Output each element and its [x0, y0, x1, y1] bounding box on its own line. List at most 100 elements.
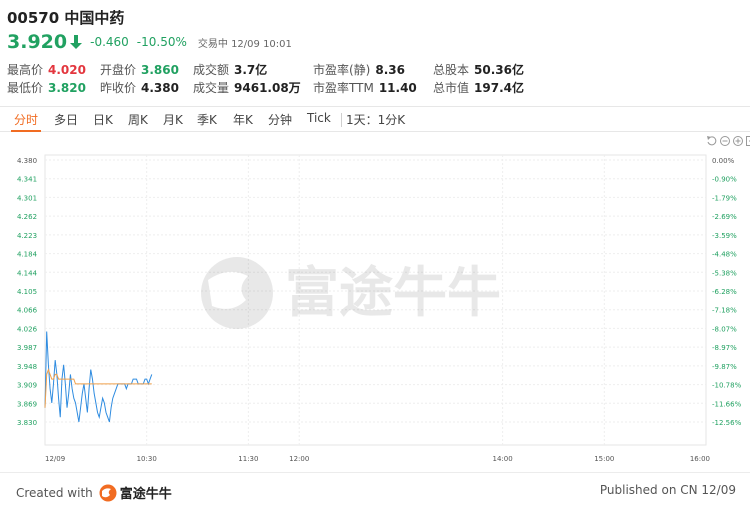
pct-tick-label: -9.87% — [712, 363, 737, 371]
price-series-line-group — [44, 331, 153, 423]
price-tick-label: 3.948 — [17, 363, 37, 371]
price-change: -0.460 — [90, 35, 129, 49]
stock-title: 00570 中国中药 — [7, 9, 125, 27]
price-tick-label: 4.380 — [17, 157, 37, 165]
chart-svg: 富途牛牛 4.380 4.341 4.301 4.262 4.223 4.184 4.144… — [17, 154, 742, 463]
stats-col-1: 最高价 4.020 最低价 3.820 — [7, 61, 86, 97]
time-tick-label: 12:00 — [289, 455, 309, 463]
time-tick-label: 15:00 — [594, 455, 614, 463]
volume-value: 9461.08万 — [234, 81, 301, 95]
price-tick-label: 4.301 — [17, 194, 37, 202]
chart-series — [44, 331, 153, 423]
pct-tick-label: -7.18% — [712, 307, 737, 315]
pe-ttm-label: 市盈率TTM — [313, 81, 374, 95]
tab-year-k[interactable]: 年K — [233, 111, 253, 128]
price-tick-label: 4.223 — [17, 232, 37, 240]
interval-select[interactable]: 1天：1分K — [346, 111, 405, 128]
stats-col-3: 成交额 3.7亿 成交量 9461.08万 — [193, 61, 301, 97]
tab-tick[interactable]: Tick — [307, 111, 331, 125]
fullscreen-icon[interactable] — [745, 135, 750, 147]
turnover-value: 3.7亿 — [234, 63, 268, 77]
price-tick-label: 4.026 — [17, 325, 38, 333]
tab-week-k[interactable]: 周K — [128, 111, 148, 128]
prev-close-value: 4.380 — [141, 81, 179, 95]
high-value: 4.020 — [48, 63, 86, 77]
price-tick-label: 4.105 — [17, 288, 37, 296]
footer: Created with 富途牛牛 Published on CN 12/09 — [0, 472, 750, 509]
time-tick-label: 14:00 — [493, 455, 513, 463]
price-change-pct: -10.50% — [136, 35, 187, 49]
pct-tick-label: -5.38% — [712, 269, 737, 277]
zoom-out-icon[interactable] — [719, 135, 731, 147]
open-label: 开盘价 — [100, 63, 137, 77]
volume-label: 成交量 — [193, 81, 230, 95]
intraday-chart[interactable]: 富途牛牛 4.380 4.341 4.301 4.262 4.223 4.184 4.144… — [0, 148, 750, 468]
price-tick-label: 4.184 — [17, 251, 38, 259]
price-row: 3.920 -0.460 -10.50% 交易中 12/09 10:01 — [7, 31, 292, 53]
price-tick-label: 4.066 — [17, 307, 38, 315]
last-price: 3.920 — [7, 31, 68, 53]
price-tick-label: 4.341 — [17, 176, 37, 184]
chart-period-tabs: 分时 多日 日K 周K 月K 季K 年K 分钟 Tick 1天：1分K — [0, 106, 750, 132]
pct-tick-label: 0.00% — [712, 157, 735, 165]
brand-name: 富途牛牛 — [119, 487, 172, 502]
open-value: 3.860 — [141, 63, 179, 77]
time-tick-label: 11:30 — [238, 455, 258, 463]
low-value: 3.820 — [48, 81, 86, 95]
time-axis-labels: 12/09 10:30 11:30 12:00 14:00 15:00 16:00 — [45, 455, 710, 463]
market-cap-label: 总市值 — [433, 81, 470, 95]
price-series-line — [44, 331, 153, 423]
stats-col-5: 总股本 50.36亿 总市值 197.4亿 — [433, 61, 524, 97]
price-tick-label: 3.830 — [17, 419, 37, 427]
price-tick-label: 4.144 — [17, 269, 38, 277]
down-arrow-icon — [70, 35, 83, 49]
reset-icon[interactable] — [706, 135, 718, 147]
pct-tick-label: -10.78% — [712, 382, 742, 390]
market-cap-value: 197.4亿 — [474, 81, 524, 95]
quote-header: 00570 中国中药 3.920 -0.460 -10.50% 交易中 12/0… — [0, 0, 750, 100]
pct-tick-label: -8.97% — [712, 344, 737, 352]
watermark: 富途牛牛 — [201, 257, 501, 329]
tab-month-k[interactable]: 月K — [163, 111, 183, 128]
prev-close-label: 昨收价 — [100, 81, 137, 95]
time-tick-label: 12/09 — [45, 455, 65, 463]
total-shares-value: 50.36亿 — [474, 63, 524, 77]
stats-col-2: 开盘价 3.860 昨收价 4.380 — [100, 61, 179, 97]
published-date: Published on CN 12/09 — [599, 483, 736, 497]
tab-quarter-k[interactable]: 季K — [197, 111, 217, 128]
pct-tick-label: -11.66% — [712, 400, 742, 408]
pe-static-label: 市盈率(静) — [313, 63, 371, 77]
zoom-in-icon[interactable] — [732, 135, 744, 147]
pct-tick-label: -1.79% — [712, 194, 737, 202]
pct-tick-label: -2.69% — [712, 213, 737, 221]
price-tick-label: 3.869 — [17, 400, 37, 408]
pct-tick-label: -4.48% — [712, 251, 737, 259]
tab-minute[interactable]: 分钟 — [268, 111, 292, 128]
high-label: 最高价 — [7, 63, 44, 77]
time-tick-label: 10:30 — [137, 455, 157, 463]
pe-ttm-value: 11.40 — [378, 81, 417, 95]
pct-tick-label: -6.28% — [712, 288, 737, 296]
created-label: Created with — [16, 485, 93, 500]
tab-intraday[interactable]: 分时 — [14, 111, 38, 128]
pct-axis-labels: 0.00% -0.90% -1.79% -2.69% -3.59% -4.48% -5.38… — [712, 157, 742, 427]
pct-tick-label: -0.90% — [712, 176, 737, 184]
stats-col-4: 市盈率(静) 8.36 市盈率TTM 11.40 — [313, 61, 417, 97]
price-axis-labels: 4.380 4.341 4.301 4.262 4.223 4.184 4.144 4.105… — [17, 157, 38, 427]
price-tick-label: 4.262 — [17, 213, 37, 221]
total-shares-label: 总股本 — [433, 63, 470, 77]
time-tick-label: 16:00 — [690, 455, 710, 463]
turnover-label: 成交额 — [193, 63, 230, 77]
futu-logo-icon — [99, 484, 117, 501]
tab-multi-day[interactable]: 多日 — [54, 111, 78, 128]
price-tick-label: 3.987 — [17, 344, 37, 352]
chart-toolbar — [705, 135, 750, 149]
active-tab-underline — [11, 130, 41, 132]
pe-static-value: 8.36 — [375, 63, 405, 77]
created-with: Created with 富途牛牛 — [16, 483, 172, 502]
tab-day-k[interactable]: 日K — [93, 111, 113, 128]
trade-status: 交易中 12/09 10:01 — [197, 38, 292, 50]
price-tick-label: 3.909 — [17, 382, 37, 390]
pct-tick-label: -8.07% — [712, 325, 737, 333]
pct-tick-label: -3.59% — [712, 232, 737, 240]
